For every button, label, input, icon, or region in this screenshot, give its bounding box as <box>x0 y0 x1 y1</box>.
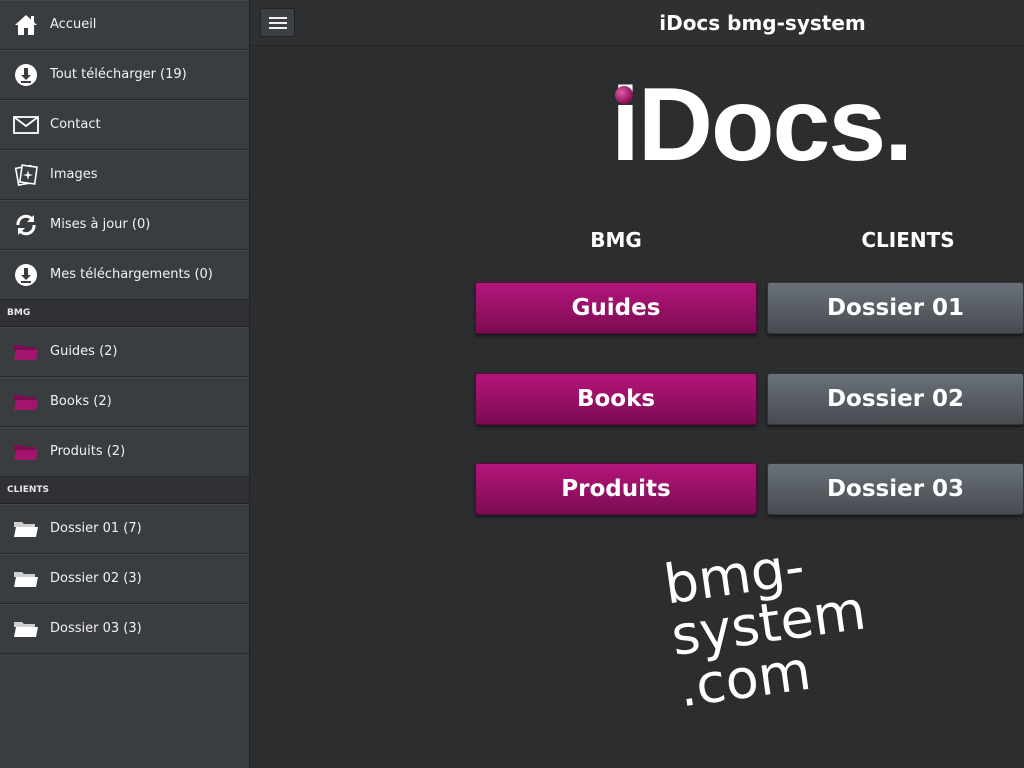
sidebar-item-label: Tout télécharger (19) <box>50 67 187 82</box>
sidebar-item-accueil[interactable]: Accueil <box>0 0 249 50</box>
sidebar-item-dossier-03[interactable]: Dossier 03 (3) <box>0 604 249 654</box>
download-icon <box>12 61 40 89</box>
home-icon <box>12 11 40 39</box>
logo-dot-icon <box>615 86 633 104</box>
sidebar-item-label: Accueil <box>50 17 97 32</box>
section-header-clients: CLIENTS <box>0 477 249 504</box>
top-bar: iDocs bmg-system <box>251 0 1024 46</box>
sidebar-item-contact[interactable]: Contact <box>0 100 249 150</box>
page-title: iDocs bmg-system <box>659 11 866 35</box>
sidebar-item-label: Mises à jour (0) <box>50 217 151 232</box>
folder-white-icon <box>12 565 40 593</box>
sidebar-item-label: Dossier 03 (3) <box>50 621 142 636</box>
sidebar-item-guides[interactable]: Guides (2) <box>0 327 249 377</box>
main-content: iDocs bmg-system iDocs. BMG CLIENTS Guid… <box>251 0 1024 768</box>
idocs-logo: iDocs. <box>611 67 913 183</box>
folder-white-icon <box>12 615 40 643</box>
mail-icon <box>12 111 40 139</box>
sidebar-item-label: Books (2) <box>50 394 112 409</box>
sidebar-item-label: Mes téléchargements (0) <box>50 267 213 282</box>
sidebar-item-dossier-02[interactable]: Dossier 02 (3) <box>0 554 249 604</box>
folder-white-icon <box>12 515 40 543</box>
sidebar-item-produits[interactable]: Produits (2) <box>0 427 249 477</box>
sidebar-item-images[interactable]: Images <box>0 150 249 200</box>
sidebar-item-label: Dossier 02 (3) <box>50 571 142 586</box>
dossier-02-button[interactable]: Dossier 02 <box>767 373 1024 425</box>
sidebar-item-label: Produits (2) <box>50 444 126 459</box>
images-icon <box>12 161 40 189</box>
sidebar-item-my-downloads[interactable]: Mes téléchargements (0) <box>0 250 249 300</box>
sidebar-item-download-all[interactable]: Tout télécharger (19) <box>0 50 249 100</box>
sidebar-item-label: Images <box>50 167 98 182</box>
books-button[interactable]: Books <box>475 373 757 425</box>
download-icon <box>12 261 40 289</box>
column-heading-bmg: BMG <box>590 228 642 252</box>
sidebar: Accueil Tout télécharger (19) Contact Im… <box>0 0 250 768</box>
sidebar-item-label: Contact <box>50 117 101 132</box>
folder-magenta-icon <box>12 438 40 466</box>
column-heading-clients: CLIENTS <box>861 228 955 252</box>
dossier-03-button[interactable]: Dossier 03 <box>767 463 1024 515</box>
domain-text: bmg- system .com <box>660 529 901 719</box>
section-header-bmg: BMG <box>0 300 249 327</box>
guides-button[interactable]: Guides <box>475 282 757 334</box>
produits-button[interactable]: Produits <box>475 463 757 515</box>
sidebar-item-label: Dossier 01 (7) <box>50 521 142 536</box>
refresh-icon <box>12 211 40 239</box>
sidebar-item-label: Guides (2) <box>50 344 118 359</box>
sidebar-item-books[interactable]: Books (2) <box>0 377 249 427</box>
folder-magenta-icon <box>12 388 40 416</box>
sidebar-item-dossier-01[interactable]: Dossier 01 (7) <box>0 504 249 554</box>
dossier-01-button[interactable]: Dossier 01 <box>767 282 1024 334</box>
folder-magenta-icon <box>12 338 40 366</box>
sidebar-item-updates[interactable]: Mises à jour (0) <box>0 200 249 250</box>
